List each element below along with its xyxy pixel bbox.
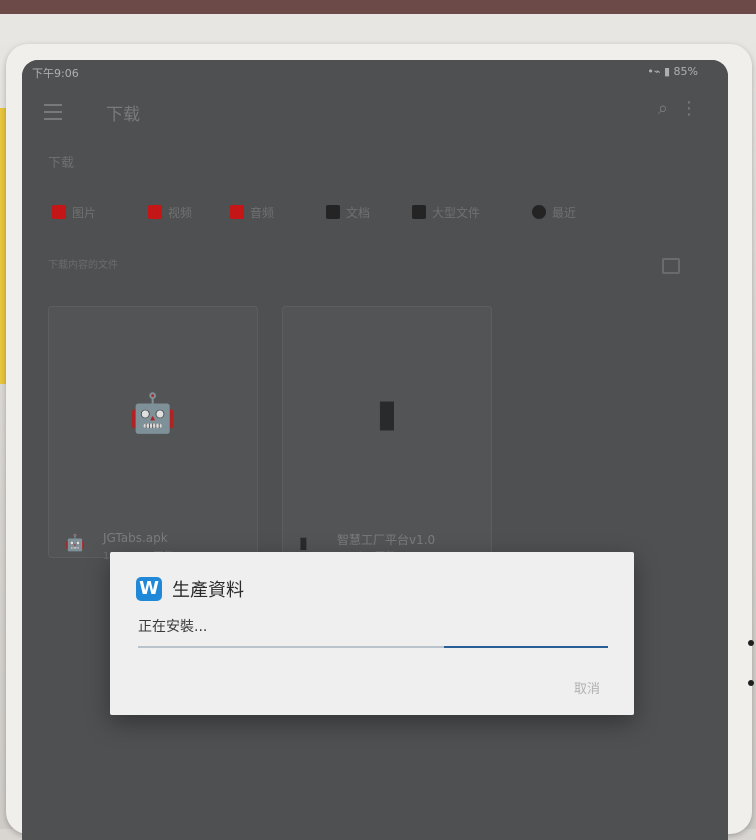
dialog-header: W 生產資料	[136, 576, 244, 602]
background-object	[0, 0, 756, 14]
dialog-scrim	[22, 60, 728, 840]
install-progress-fill	[443, 646, 608, 648]
dot	[748, 640, 754, 646]
app-logo: W	[136, 577, 162, 601]
cancel-button[interactable]: 取消	[574, 678, 600, 697]
install-progress	[138, 646, 608, 648]
install-dialog: W 生產資料 正在安裝... 取消	[110, 552, 634, 715]
side-dots	[748, 640, 756, 700]
install-status: 正在安裝...	[138, 619, 208, 635]
dot	[748, 680, 754, 686]
app-name: 生產資料	[172, 580, 244, 601]
screen: 下午9:06 •⌁ ▮ 85% 下载 ⌕ ⋮ 下载 图片 视频 音频 文档 大型…	[22, 60, 728, 840]
downloads-app: 下午9:06 •⌁ ▮ 85% 下载 ⌕ ⋮ 下载 图片 视频 音频 文档 大型…	[22, 60, 728, 840]
